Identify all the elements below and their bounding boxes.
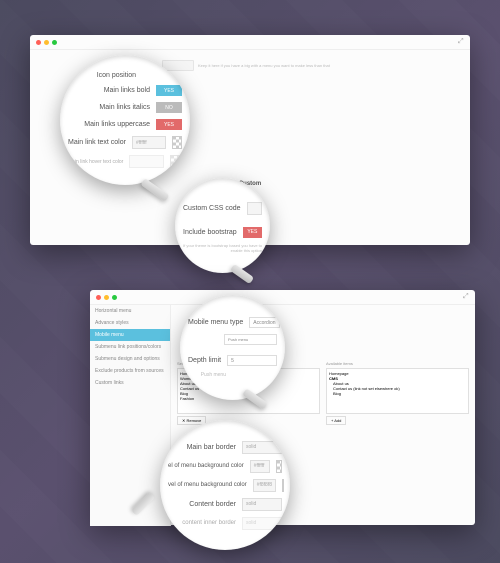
add-button[interactable]: + Add xyxy=(326,416,346,425)
close-icon[interactable] xyxy=(36,40,41,45)
magnifier-mobile-menu: Mobile menu typeAccordion .Push menu Dep… xyxy=(180,295,285,400)
available-items-list[interactable]: Homepage CMS About us Contact us (link n… xyxy=(326,368,469,414)
minimize-icon[interactable] xyxy=(44,40,49,45)
expand-icon[interactable]: ⤢ xyxy=(458,38,466,46)
zoom-icon[interactable] xyxy=(52,40,57,45)
magnifier-custom-css: Custom CSS code Include bootstrapYES If … xyxy=(175,178,270,273)
menu-css-hint: Keep it here if you have a big with a me… xyxy=(198,63,330,68)
sidebar-item[interactable]: Horizontal menu xyxy=(90,305,170,317)
sidebar-item-active[interactable]: Mobile menu xyxy=(90,329,170,341)
sidebar-item[interactable]: Advance styles xyxy=(90,317,170,329)
sidebar-item[interactable]: Custom links xyxy=(90,377,170,389)
zoom-icon[interactable] xyxy=(112,295,117,300)
sidebar-item[interactable]: Submenu link positions/colors xyxy=(90,341,170,353)
sidebar: Horizontal menu Advance styles Mobile me… xyxy=(90,305,171,526)
sidebar-item[interactable]: Exclude products from sources xyxy=(90,365,170,377)
close-icon[interactable] xyxy=(96,295,101,300)
minimize-icon[interactable] xyxy=(104,295,109,300)
magnifier-main-links: Icon position Main links boldYES Main li… xyxy=(60,55,190,185)
magnifier-borders: Main bar bordersolid el of menu backgrou… xyxy=(160,420,290,550)
titlebar xyxy=(30,35,470,50)
sidebar-item[interactable]: Submenu design and options xyxy=(90,353,170,365)
expand-icon[interactable]: ⤢ xyxy=(463,293,471,301)
